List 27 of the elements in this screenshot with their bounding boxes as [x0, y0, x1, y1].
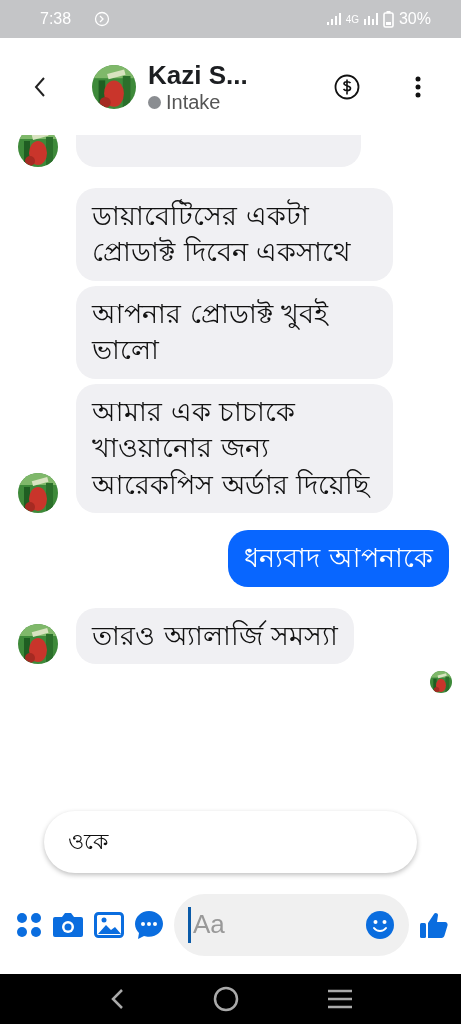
chat-icon[interactable]	[134, 909, 164, 940]
message-bubble: আপনার প্রোডাক্ট খুবই ভালো	[76, 285, 393, 379]
clock: 7:38	[40, 10, 72, 28]
status-dot-icon	[148, 95, 161, 109]
message-bubble: তারও অ্যালার্জি সমস্যা	[76, 607, 355, 664]
signal-icon	[363, 13, 378, 25]
contact-status: Intake	[166, 90, 221, 114]
battery-icon	[382, 10, 394, 28]
data-saver-icon	[94, 11, 111, 27]
message-bubble: আমার এক চাচাকে খাওয়ানোর জন্য আরেকপিস অর্ডার দিয়েছি	[76, 383, 393, 514]
menu-icon[interactable]	[326, 989, 353, 1009]
apps-icon[interactable]	[16, 911, 42, 938]
message-field[interactable]: Aa	[174, 893, 409, 956]
home-icon[interactable]	[212, 986, 239, 1012]
emoji-icon[interactable]	[365, 909, 395, 940]
quick-reply[interactable]: ওকে	[44, 811, 417, 873]
signal-icon	[326, 13, 341, 25]
message-input[interactable]: Aa	[191, 908, 365, 941]
network-type: 4G	[345, 13, 359, 25]
image-icon[interactable]	[94, 911, 124, 938]
message-bubble: ডায়াবেটিসের একটা প্রোডাক্ট দিবেন একসাথে	[76, 188, 393, 281]
more-icon[interactable]	[415, 75, 421, 98]
contact-name[interactable]: Kazi S...	[148, 59, 334, 91]
message-bubble: ধন্যবাদ আপনাকে	[228, 530, 449, 587]
camera-icon[interactable]	[52, 910, 84, 939]
battery-level: 30%	[398, 10, 431, 28]
dollar-icon[interactable]	[334, 73, 360, 100]
